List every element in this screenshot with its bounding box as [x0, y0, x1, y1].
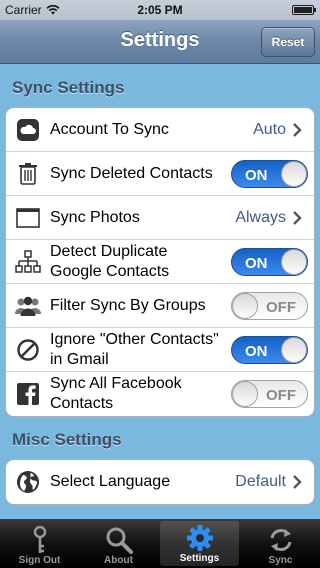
toggle-knob	[232, 381, 258, 407]
account-to-sync-row[interactable]: Account To Sync Auto	[6, 108, 314, 152]
select-language-row[interactable]: Select Language Default	[6, 460, 314, 504]
sync-facebook-label-line2: Contacts	[50, 395, 114, 412]
toggle-knob	[281, 160, 307, 187]
tab-sync[interactable]: Sync	[241, 519, 320, 568]
ignore-other-contacts-toggle[interactable]: ON	[231, 335, 308, 364]
sync-deleted-contacts-toggle[interactable]: ON	[231, 159, 308, 188]
clock: 2:05 PM	[137, 3, 183, 17]
sync-facebook-row: Sync All Facebook Contacts OFF	[6, 372, 314, 416]
filter-sync-by-groups-label: Filter Sync By Groups	[50, 296, 206, 314]
tab-sign-out-label: Sign Out	[18, 555, 61, 566]
group-people-icon	[6, 284, 50, 328]
detect-duplicate-label-line2: Google Contacts	[50, 262, 170, 280]
ignore-other-contacts-label-line1: Ignore "Other Contacts"	[50, 330, 219, 348]
sync-facebook-toggle[interactable]: OFF	[231, 380, 308, 408]
sync-settings-group: Account To Sync Auto Sync Deleted Contac…	[5, 107, 315, 417]
detect-duplicate-row: Detect Duplicate Google Contacts ON	[6, 240, 314, 284]
sync-photos-value: Always	[235, 208, 286, 226]
ignore-other-contacts-row: Ignore "Other Contacts" in Gmail ON	[6, 328, 314, 372]
facebook-icon	[6, 372, 50, 416]
tab-sync-label: Sync	[268, 555, 293, 566]
toggle-knob	[281, 336, 307, 363]
sync-icon	[266, 525, 296, 555]
tab-bar: Sign Out About Settings Sync	[0, 519, 320, 568]
gear-icon	[185, 523, 215, 553]
globe-icon	[6, 460, 50, 504]
chevron-right-icon	[293, 122, 302, 137]
misc-settings-header: Misc Settings	[12, 430, 122, 449]
ignore-other-contacts-label-line2: in Gmail	[50, 350, 109, 368]
filter-sync-by-groups-row: Filter Sync By Groups OFF	[6, 284, 314, 328]
navigation-bar: Settings Reset	[0, 20, 320, 64]
tab-about[interactable]: About	[79, 519, 158, 568]
toggle-knob	[232, 292, 258, 319]
sync-facebook-label-line1: Sync All Facebook	[50, 375, 182, 392]
select-language-value: Default	[235, 473, 286, 490]
settings-list[interactable]: Sync Settings Account To Sync Auto Sync …	[0, 65, 320, 520]
cloud-icon	[6, 108, 50, 152]
ignore-other-contacts-label: Ignore "Other Contacts" in Gmail	[50, 330, 231, 370]
sync-photos-row[interactable]: Sync Photos Always	[6, 196, 314, 240]
toggle-state-label: ON	[245, 166, 268, 184]
sync-facebook-label: Sync All Facebook Contacts	[50, 374, 231, 414]
toggle-state-label: OFF	[266, 298, 296, 316]
chevron-right-icon	[293, 210, 302, 225]
tab-settings[interactable]: Settings	[160, 521, 239, 566]
detect-duplicate-toggle[interactable]: ON	[231, 247, 308, 276]
misc-settings-group: Select Language Default	[5, 459, 315, 505]
toggle-knob	[281, 248, 307, 275]
account-to-sync-label: Account To Sync	[50, 120, 169, 138]
key-icon	[25, 525, 55, 555]
reset-button[interactable]: Reset	[261, 27, 315, 57]
photo-frame-icon	[6, 196, 50, 240]
no-entry-icon	[6, 328, 50, 372]
status-bar: Carrier 2:05 PM	[0, 0, 320, 20]
tab-sign-out[interactable]: Sign Out	[0, 519, 79, 568]
detect-duplicate-label: Detect Duplicate Google Contacts	[50, 242, 231, 282]
magnifier-icon	[104, 525, 134, 555]
tab-settings-label: Settings	[179, 553, 220, 564]
select-language-label: Select Language	[50, 473, 171, 490]
toggle-state-label: ON	[245, 254, 268, 272]
sync-photos-label: Sync Photos	[50, 208, 140, 226]
account-to-sync-value: Auto	[253, 120, 286, 138]
hierarchy-icon	[6, 240, 50, 284]
filter-sync-by-groups-toggle[interactable]: OFF	[231, 291, 308, 320]
tab-about-label: About	[104, 555, 133, 566]
chevron-right-icon	[293, 475, 302, 489]
detect-duplicate-label-line1: Detect Duplicate	[50, 242, 168, 260]
toggle-state-label: ON	[245, 342, 268, 360]
sync-settings-header: Sync Settings	[12, 78, 125, 97]
battery-icon	[292, 5, 316, 15]
trash-icon	[6, 152, 50, 196]
toggle-state-label: OFF	[266, 387, 296, 404]
sync-deleted-contacts-row: Sync Deleted Contacts ON	[6, 152, 314, 196]
sync-deleted-contacts-label: Sync Deleted Contacts	[50, 164, 213, 182]
